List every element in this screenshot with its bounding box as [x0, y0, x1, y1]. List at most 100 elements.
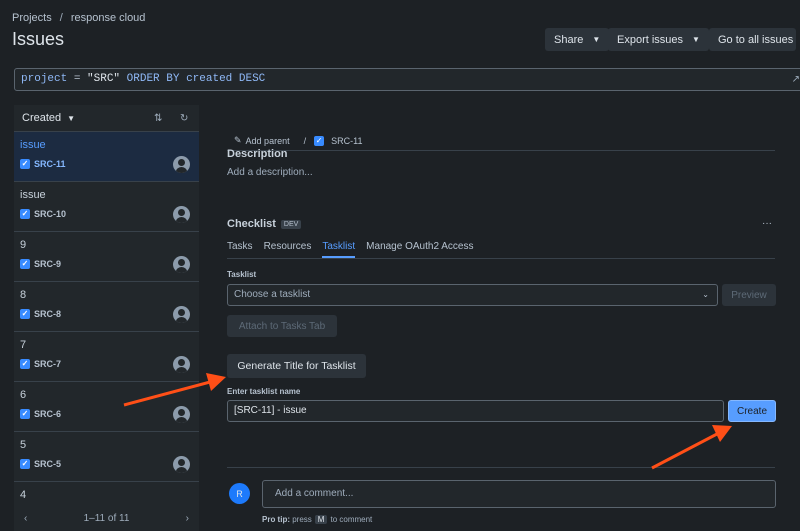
list-item-title: issue — [20, 139, 46, 151]
jql-value: "SRC" — [87, 73, 121, 85]
go-to-all-issues-button[interactable]: Go to all issues — [709, 28, 796, 51]
key-text: SRC-10 — [34, 209, 67, 219]
tab-tasklist[interactable]: Tasklist — [322, 241, 356, 258]
key-text: SRC-8 — [34, 309, 62, 319]
share-button[interactable]: Share ▼ — [545, 28, 610, 51]
list-item-title: 7 — [20, 339, 27, 351]
tasklist-label: Tasklist — [227, 270, 257, 279]
checklist-title: Checklist — [227, 218, 276, 230]
pro-tip-suffix: to comment — [330, 515, 373, 524]
go-all-label: Go to all issues — [718, 33, 794, 46]
list-item-title: 4 — [20, 489, 27, 501]
avatar — [173, 406, 190, 423]
breadcrumb: Projects / response cloud — [12, 12, 145, 24]
jql-order-field: created — [186, 73, 233, 85]
checkbox-icon: ✓ — [20, 409, 30, 419]
user-avatar: R — [229, 483, 250, 504]
tasklist-select-value: Choose a tasklist — [234, 289, 311, 300]
avatar — [173, 456, 190, 473]
list-item-key: ✓ SRC-10 — [20, 209, 193, 219]
list-item-key: ✓ SRC-9 — [20, 259, 193, 269]
tasklist-select[interactable]: Choose a tasklist ⌄ — [227, 284, 718, 306]
avatar — [173, 156, 190, 173]
key-text: SRC-7 — [34, 359, 62, 369]
list-item-title: issue — [20, 189, 46, 201]
list-item-title: 8 — [20, 289, 27, 301]
breadcrumb-separator: / — [59, 12, 63, 24]
breadcrumb-projects[interactable]: Projects — [12, 12, 52, 24]
list-item-key: ✓ SRC-8 — [20, 309, 193, 319]
jql-operator: = — [67, 73, 88, 85]
chevron-down-icon: ⌄ — [702, 290, 709, 299]
create-button[interactable]: Create — [728, 400, 776, 422]
sort-label: Created — [22, 112, 62, 124]
checklist-header: Checklist DEV — [227, 218, 302, 230]
tasklist-name-input[interactable]: [SRC-11] - issue — [227, 400, 724, 422]
checkbox-icon: ✓ — [314, 135, 325, 146]
list-item[interactable]: 9 ✓ SRC-9 — [14, 231, 199, 281]
dev-badge: DEV — [280, 219, 302, 229]
list-item-key: ✓ SRC-11 — [20, 159, 193, 169]
pro-tip-text: press — [292, 515, 312, 524]
checkbox-icon: ✓ — [20, 159, 30, 169]
list-item[interactable]: issue ✓ SRC-11 — [14, 131, 199, 181]
list-item-title: 9 — [20, 239, 27, 251]
tab-resources[interactable]: Resources — [264, 241, 312, 258]
refresh-icon[interactable]: ↻ — [180, 113, 188, 124]
avatar — [173, 256, 190, 273]
key-text: SRC-5 — [34, 459, 62, 469]
jql-order-keyword: ORDER BY — [120, 73, 187, 85]
tasklist-name-label: Enter tasklist name — [227, 387, 301, 396]
avatar — [173, 356, 190, 373]
sort-order-icon[interactable]: ⇅ — [154, 113, 162, 124]
chevron-down-icon: ▼ — [592, 35, 601, 44]
jql-field: project — [21, 73, 68, 85]
keyboard-key: M — [314, 515, 328, 524]
issue-detail-header: ✎ Add parent / ✓ SRC-11 — [227, 131, 775, 151]
key-text: SRC-9 — [34, 259, 62, 269]
jql-input[interactable]: project = "SRC" ORDER BY created DESC — [14, 68, 800, 91]
sort-dropdown[interactable]: Created ▼ — [22, 112, 75, 124]
preview-button[interactable]: Preview — [722, 284, 776, 306]
export-issues-button[interactable]: Export issues ▼ — [608, 28, 709, 51]
page-title: Issues — [12, 29, 65, 49]
key-text: SRC-11 — [34, 159, 66, 169]
expand-icon[interactable]: ↗ — [792, 74, 800, 85]
avatar — [173, 206, 190, 223]
list-item[interactable]: 5 ✓ SRC-5 — [14, 431, 199, 481]
comment-divider — [227, 467, 775, 468]
description-title: Description — [227, 148, 288, 160]
share-label: Share — [554, 33, 584, 46]
list-item[interactable]: issue ✓ SRC-10 — [14, 181, 199, 231]
description-input[interactable]: Add a description... — [227, 167, 313, 178]
chevron-down-icon: ▼ — [692, 35, 700, 44]
list-item[interactable]: 6 ✓ SRC-6 — [14, 381, 199, 431]
list-item-key: ✓ SRC-6 — [20, 409, 193, 419]
issue-list-panel: Created ▼ ⇅ ↻ issue ✓ SRC-11 issue ✓ SRC-10… — [14, 105, 199, 531]
breadcrumb-project-name[interactable]: response cloud — [71, 12, 146, 24]
avatar — [173, 306, 190, 323]
generate-title-button[interactable]: Generate Title for Tasklist — [227, 354, 366, 378]
list-item[interactable]: 8 ✓ SRC-8 — [14, 281, 199, 331]
tab-tasks[interactable]: Tasks — [227, 241, 253, 258]
prev-page-icon[interactable]: ‹ — [24, 513, 27, 524]
pencil-icon: ✎ — [234, 135, 242, 145]
pagination-count: 1–11 of 11 — [83, 512, 130, 524]
issue-key-link[interactable]: SRC-11 — [331, 136, 362, 146]
list-item-key: ✓ SRC-5 — [20, 459, 193, 469]
checkbox-icon: ✓ — [20, 359, 30, 369]
more-actions-icon[interactable]: ··· — [762, 218, 772, 229]
comment-input[interactable]: Add a comment... — [262, 480, 776, 508]
checkbox-icon: ✓ — [20, 209, 30, 219]
attach-to-tasks-tab-button[interactable]: Attach to Tasks Tab — [227, 315, 337, 337]
tab-manage-oauth2-access[interactable]: Manage OAuth2 Access — [366, 241, 473, 258]
list-item-title: 5 — [20, 439, 27, 451]
key-text: SRC-6 — [34, 409, 62, 419]
checkbox-icon: ✓ — [20, 309, 30, 319]
list-item[interactable]: 7 ✓ SRC-7 — [14, 331, 199, 381]
pro-tip-prefix: Pro tip: — [262, 515, 290, 524]
jql-direction: DESC — [232, 73, 266, 85]
add-parent-link[interactable]: Add parent — [246, 136, 290, 146]
next-page-icon[interactable]: › — [186, 513, 189, 524]
pagination: ‹ 1–11 of 11 › — [14, 505, 199, 531]
